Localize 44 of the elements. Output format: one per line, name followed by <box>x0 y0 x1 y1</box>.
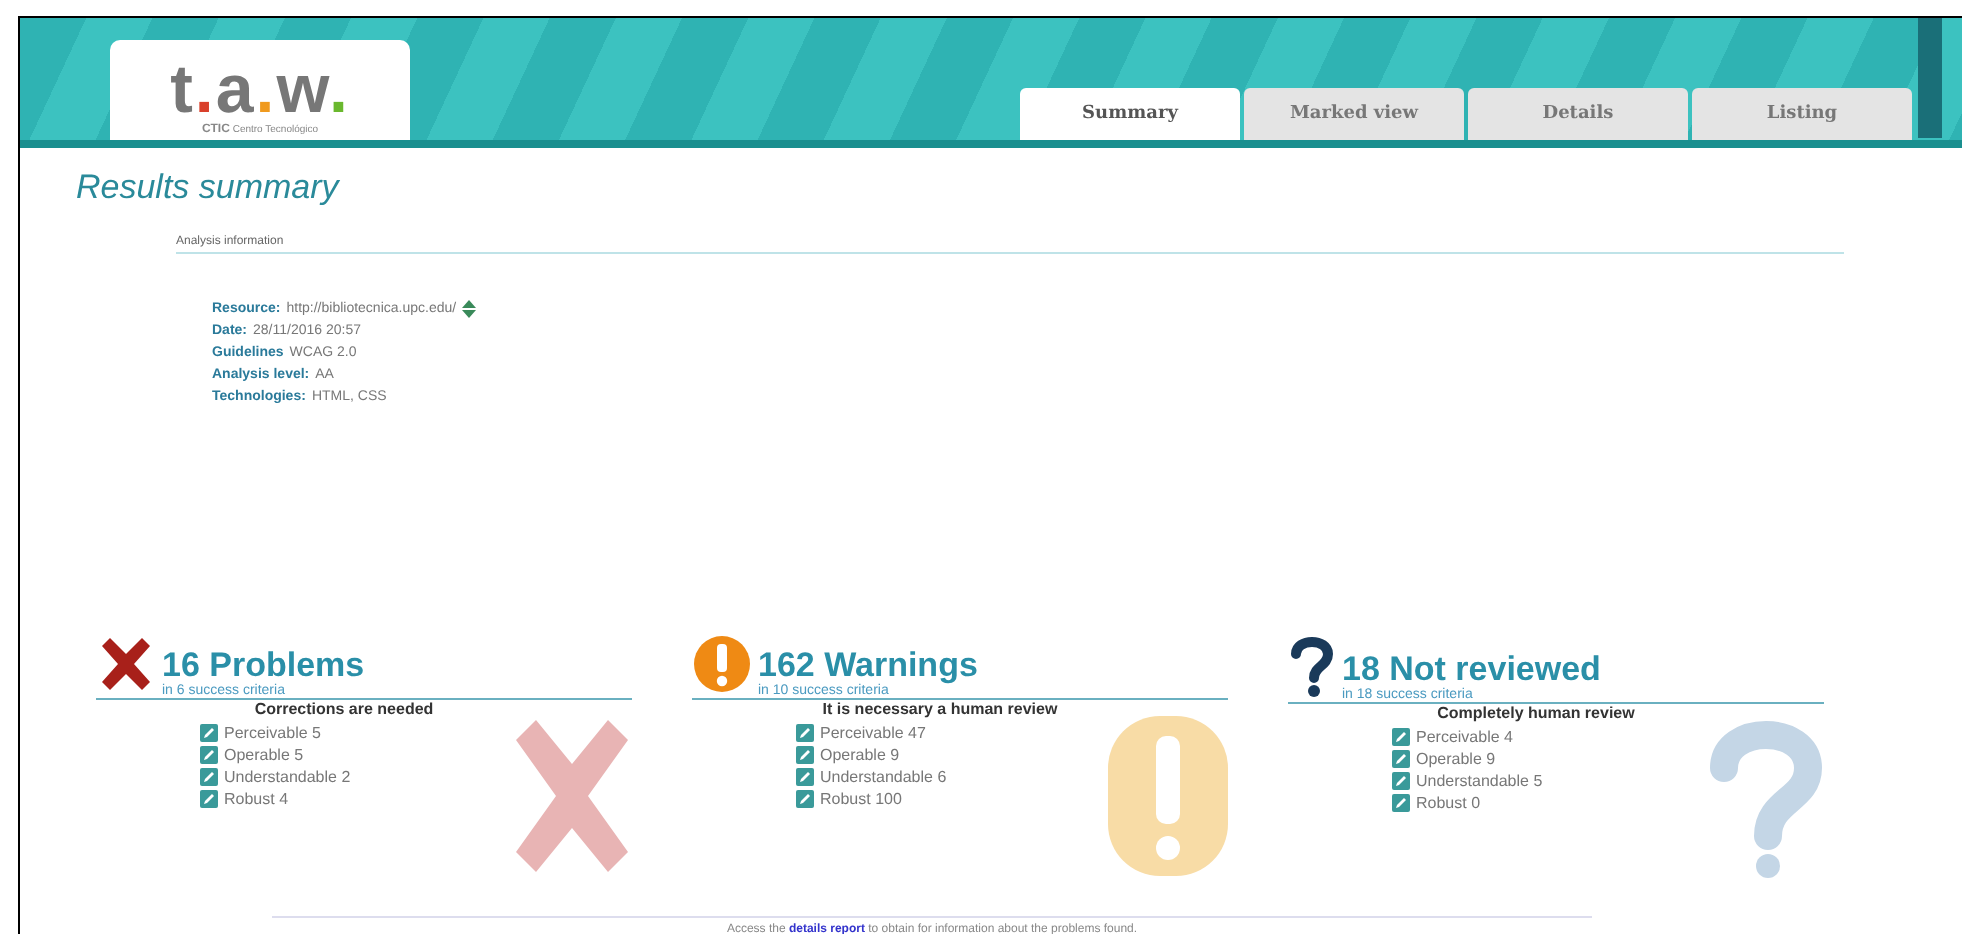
result-note: Completely human review <box>1435 704 1637 722</box>
cross-icon <box>512 716 632 876</box>
pencil-icon <box>200 768 218 786</box>
result-note: It is necessary a human review <box>820 700 1060 718</box>
question-mark-icon <box>1288 634 1336 698</box>
criterion-count: Operable 5 <box>224 744 304 766</box>
criterion-count: Robust 0 <box>1416 792 1481 814</box>
pencil-icon <box>200 790 218 808</box>
download-icon[interactable] <box>462 300 477 318</box>
result-title: 18 Not reviewed <box>1342 652 1601 688</box>
criterion-count: Understandable 6 <box>820 766 947 788</box>
cross-icon <box>96 634 156 694</box>
criterion-count: Perceivable 4 <box>1416 726 1513 748</box>
result-title: 16 Problems <box>162 648 365 684</box>
pencil-icon <box>796 768 814 786</box>
pencil-icon <box>200 746 218 764</box>
pencil-icon <box>1392 750 1410 768</box>
side-strip <box>1918 18 1942 138</box>
pencil-icon <box>1392 794 1410 812</box>
pencil-icon <box>796 724 814 742</box>
tab[interactable]: Details <box>1468 88 1688 140</box>
criterion-count: Robust 100 <box>820 788 902 810</box>
criterion-count: Operable 9 <box>1416 748 1496 770</box>
logo-text: t.a.w. <box>170 56 350 124</box>
criterion-count: Operable 9 <box>820 744 900 766</box>
exclamation-icon <box>692 634 752 694</box>
pencil-icon <box>1392 772 1410 790</box>
exclamation-icon <box>1108 716 1228 876</box>
result-title: 162 Warnings <box>758 648 978 684</box>
criterion-count: Perceivable 5 <box>224 722 321 744</box>
page-title: Results summary <box>76 168 342 208</box>
question-mark-icon <box>1704 720 1824 880</box>
pencil-icon <box>1392 728 1410 746</box>
tab[interactable]: Marked view <box>1244 88 1464 140</box>
pencil-icon <box>796 746 814 764</box>
result-note: Corrections are needed <box>252 700 436 718</box>
pencil-icon <box>200 724 218 742</box>
criterion-count: Understandable 5 <box>1416 770 1543 792</box>
criterion-count: Robust 4 <box>224 788 289 810</box>
pencil-icon <box>796 790 814 808</box>
criterion-count: Understandable 2 <box>224 766 351 788</box>
tab[interactable]: Summary <box>1020 88 1240 140</box>
tab[interactable]: Listing <box>1692 88 1912 140</box>
criterion-count: Perceivable 47 <box>820 722 926 744</box>
